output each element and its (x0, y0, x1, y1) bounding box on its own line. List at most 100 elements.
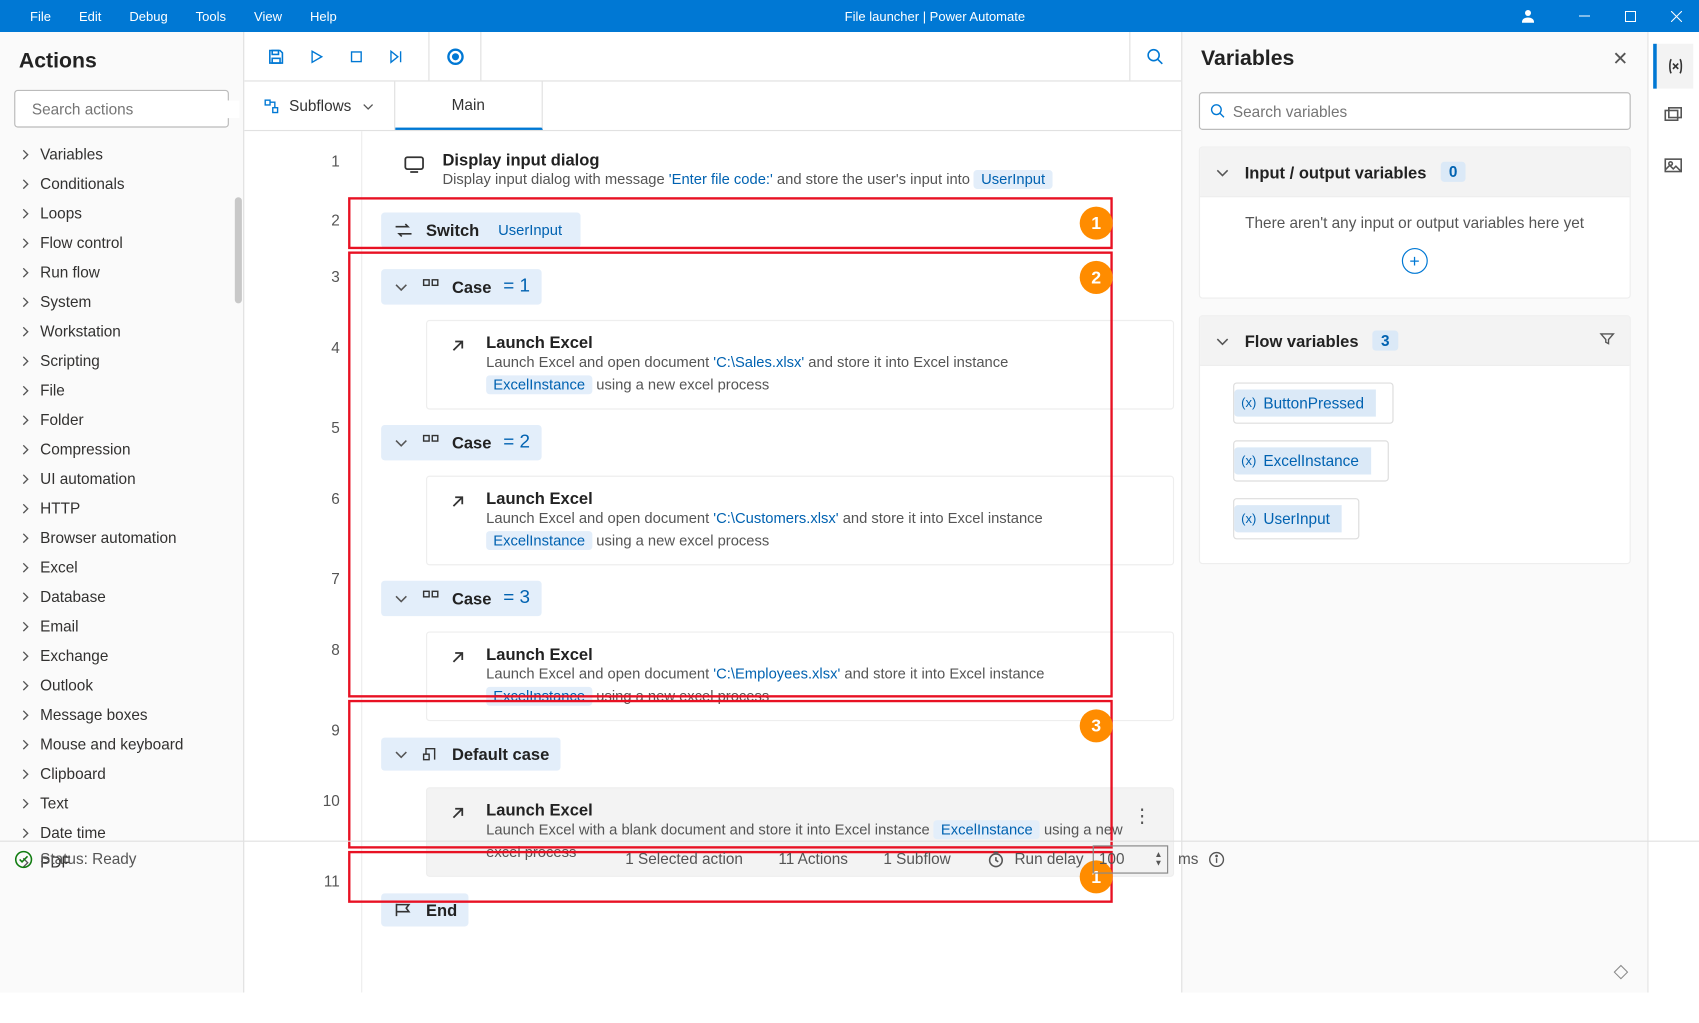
window-title: File launcher | Power Automate (351, 9, 1519, 24)
action-cat-email[interactable]: Email (5, 611, 243, 641)
action-cat-run-flow[interactable]: Run flow (5, 257, 243, 287)
actions-scrollbar[interactable] (235, 197, 242, 303)
add-variable-button[interactable]: + (1402, 248, 1428, 274)
action-case-2[interactable]: Case = 2 (381, 425, 542, 460)
case-icon (421, 277, 440, 296)
save-button[interactable] (256, 36, 296, 76)
maximize-button[interactable] (1607, 0, 1653, 32)
action-cat-database[interactable]: Database (5, 582, 243, 611)
action-default-case[interactable]: Default case (381, 738, 561, 771)
action-cat-compression[interactable]: Compression (5, 434, 243, 464)
delay-spinner[interactable]: ▲▼ (1154, 851, 1162, 868)
flow-variables-header[interactable]: Flow variables 3 (1200, 316, 1630, 366)
run-delay-input[interactable]: 100 ▲▼ (1093, 845, 1169, 873)
ui-elements-tab-icon[interactable] (1654, 93, 1694, 138)
action-cat-loops[interactable]: Loops (5, 198, 243, 228)
close-button[interactable] (1653, 0, 1699, 32)
dialog-icon (398, 150, 431, 176)
actions-search-input[interactable] (32, 100, 240, 118)
subflow-count: 1 Subflow (883, 850, 950, 868)
action-cat-flow-control[interactable]: Flow control (5, 228, 243, 258)
action-cat-ui-automation[interactable]: UI automation (5, 464, 243, 494)
action-cat-message-boxes[interactable]: Message boxes (5, 700, 243, 730)
subflows-label: Subflows (289, 97, 351, 115)
action-cat-outlook[interactable]: Outlook (5, 670, 243, 700)
case-icon (421, 589, 440, 608)
status-bar: Status: Ready 1 Selected action 11 Actio… (0, 841, 1699, 876)
menu-file[interactable]: File (16, 1, 65, 32)
io-count: 0 (1441, 162, 1466, 182)
action-cat-variables[interactable]: Variables (5, 139, 243, 168)
stop-button[interactable] (336, 36, 376, 76)
launch-icon (441, 644, 474, 668)
launch-icon (441, 489, 474, 513)
flow-count: 3 (1373, 331, 1398, 351)
action-cat-browser-automation[interactable]: Browser automation (5, 523, 243, 553)
variable-userinput: UserInput (491, 221, 569, 240)
action-end[interactable]: End (381, 893, 469, 926)
status-text: Status: Ready (40, 850, 136, 868)
action-launch-excel-3[interactable]: Launch Excel Launch Excel and open docum… (426, 631, 1174, 720)
menu-debug[interactable]: Debug (115, 1, 181, 32)
launch-icon (441, 800, 474, 824)
action-launch-excel-1[interactable]: Launch Excel Launch Excel and open docum… (426, 320, 1174, 409)
collapse-icon[interactable] (393, 590, 410, 607)
variables-search[interactable] (1199, 92, 1631, 130)
more-menu-icon[interactable]: ⋮ (1133, 805, 1152, 829)
case-icon (421, 433, 440, 452)
eraser-icon[interactable]: ◇ (1614, 960, 1629, 984)
action-cat-clipboard[interactable]: Clipboard (5, 759, 243, 789)
variables-search-input[interactable] (1233, 102, 1620, 120)
minimize-button[interactable] (1561, 0, 1607, 32)
action-cat-conditionals[interactable]: Conditionals (5, 169, 243, 199)
info-icon[interactable] (1208, 851, 1225, 868)
default-case-icon (421, 745, 440, 764)
actions-search[interactable] (14, 90, 229, 128)
collapse-icon[interactable] (393, 434, 410, 451)
clock-icon (986, 850, 1005, 869)
variables-heading: Variables (1201, 46, 1612, 71)
action-cat-exchange[interactable]: Exchange (5, 641, 243, 671)
action-cat-folder[interactable]: Folder (5, 405, 243, 435)
launch-icon (441, 333, 474, 357)
filter-icon[interactable] (1599, 331, 1616, 351)
record-button[interactable] (430, 32, 482, 80)
action-cat-mouse-keyboard[interactable]: Mouse and keyboard (5, 729, 243, 759)
menu-tools[interactable]: Tools (182, 1, 240, 32)
variable-excelinstance[interactable]: (x)ExcelInstance (1233, 440, 1388, 481)
step-button[interactable] (376, 36, 416, 76)
workspace-search-button[interactable] (1129, 32, 1181, 80)
action-case-1[interactable]: Case = 1 (381, 269, 542, 304)
annotation-callout-1: 1 (1080, 207, 1113, 240)
collapse-icon[interactable] (393, 746, 410, 763)
search-icon (1209, 103, 1226, 120)
action-display-input-dialog[interactable]: Display input dialog Display input dialo… (398, 150, 1053, 191)
variable-buttonpressed[interactable]: (x)ButtonPressed (1233, 382, 1394, 423)
ms-label: ms (1178, 850, 1198, 868)
menu-help[interactable]: Help (296, 1, 351, 32)
action-cat-file[interactable]: File (5, 375, 243, 405)
action-cat-system[interactable]: System (5, 287, 243, 316)
menu-edit[interactable]: Edit (65, 1, 115, 32)
action-switch[interactable]: Switch UserInput (381, 213, 581, 248)
end-icon (393, 902, 414, 919)
run-delay-label: Run delay (1014, 850, 1083, 868)
user-icon[interactable] (1519, 7, 1537, 25)
action-cat-http[interactable]: HTTP (5, 493, 243, 523)
subflows-dropdown[interactable]: Subflows (244, 82, 395, 130)
action-case-3[interactable]: Case = 3 (381, 581, 542, 616)
menu-view[interactable]: View (240, 1, 296, 32)
action-cat-text[interactable]: Text (5, 788, 243, 818)
variable-userinput[interactable]: (x)UserInput (1233, 498, 1359, 539)
images-tab-icon[interactable] (1654, 143, 1694, 188)
tab-main[interactable]: Main (395, 82, 543, 130)
collapse-icon[interactable] (393, 279, 410, 296)
action-launch-excel-2[interactable]: Launch Excel Launch Excel and open docum… (426, 476, 1174, 565)
action-cat-workstation[interactable]: Workstation (5, 316, 243, 346)
run-button[interactable] (296, 36, 336, 76)
action-cat-excel[interactable]: Excel (5, 552, 243, 582)
variables-tab-icon[interactable] (1654, 44, 1694, 89)
io-variables-header[interactable]: Input / output variables 0 (1200, 148, 1630, 198)
action-cat-scripting[interactable]: Scripting (5, 346, 243, 376)
close-panel-button[interactable]: ✕ (1612, 47, 1628, 71)
